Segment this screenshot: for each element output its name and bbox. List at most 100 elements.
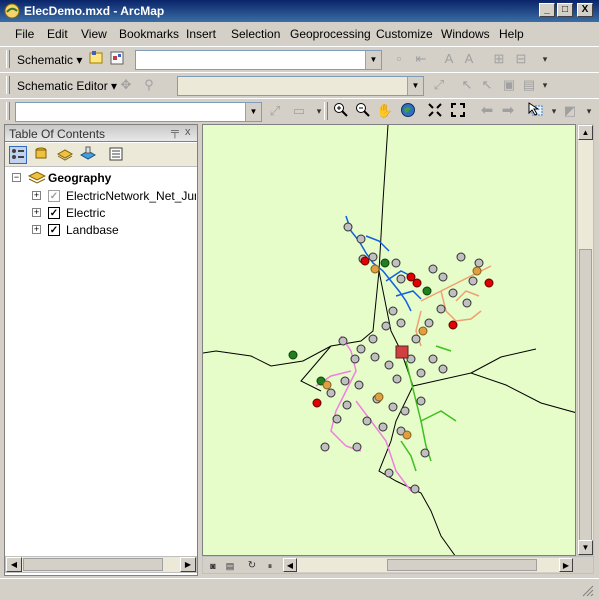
tools-toolbar: ▼ ⤢ ▭ ▾ ✋ ⬅ ➡ ▾ ◩ ▾	[0, 98, 599, 124]
toolbar-grip[interactable]	[6, 102, 10, 120]
scroll-down-icon[interactable]: ▼	[578, 540, 593, 555]
expand-icon[interactable]: +	[32, 208, 41, 217]
full-extent-icon[interactable]	[399, 102, 417, 120]
schematic-editor-toolbar: Schematic Editor ▾ ✥ ⚲ ▼ ⤢ ↖ ↖ ▣ ▤ ▾	[0, 72, 599, 98]
toc-horizontal-scrollbar[interactable]: ◀ ▶	[5, 556, 197, 573]
layer-visibility-checkbox[interactable]: ✓	[48, 224, 60, 236]
chevron-down-icon[interactable]: ▼	[407, 77, 423, 95]
schematic-tool-icon[interactable]: ▫	[390, 50, 408, 68]
schematic-generate-icon[interactable]	[108, 50, 126, 68]
list-by-source-icon[interactable]	[32, 146, 50, 164]
maximize-button[interactable]: □	[557, 3, 573, 17]
schematic-tool-icon[interactable]: A	[440, 50, 458, 68]
toolbar-grip[interactable]	[6, 50, 10, 68]
schematic-open-icon[interactable]	[87, 50, 105, 68]
globe-map-icon	[4, 3, 20, 19]
scroll-thumb[interactable]	[579, 249, 592, 549]
schematic-menu-button[interactable]: Schematic ▾	[17, 53, 82, 67]
move-node-icon[interactable]: ✥	[117, 76, 135, 94]
resize-grip-icon[interactable]	[582, 585, 594, 597]
list-by-visibility-icon[interactable]	[56, 146, 74, 164]
layer-combo[interactable]: ▼	[15, 102, 262, 122]
schematic-combo[interactable]: ▼	[135, 50, 382, 70]
select-icon[interactable]	[527, 102, 545, 120]
identify-icon[interactable]: ◩	[561, 102, 579, 120]
schematic-tool-icon[interactable]: A	[460, 50, 478, 68]
back-icon[interactable]: ⬅	[478, 102, 496, 120]
menu-geoprocessing[interactable]: Geoprocessing	[290, 27, 371, 41]
map-vertical-scrollbar[interactable]: ▲ ▼	[577, 124, 594, 556]
minimize-button[interactable]: _	[539, 3, 555, 17]
data-view-icon[interactable]: ◙	[206, 557, 220, 571]
options-icon[interactable]	[107, 146, 125, 164]
layers-icon	[27, 170, 47, 190]
edit-tool-icon[interactable]: ⚲	[140, 76, 158, 94]
pan-icon[interactable]: ✋	[376, 102, 394, 120]
scroll-right-icon[interactable]: ▶	[559, 558, 573, 572]
schematic-tool-icon[interactable]: ⊟	[512, 50, 530, 68]
toolbar-options-icon[interactable]: ▾	[536, 76, 554, 94]
status-bar	[0, 578, 599, 599]
map-horizontal-scrollbar[interactable]: ◀ ▶	[283, 558, 573, 572]
toolbar-grip[interactable]	[324, 102, 328, 120]
scroll-right-icon[interactable]: ▶	[180, 557, 196, 572]
toc-toolbar	[5, 143, 197, 167]
toc-header: Table Of Contents ╤ x	[4, 124, 198, 142]
toolbar-grip[interactable]	[6, 76, 10, 94]
menu-edit[interactable]: Edit	[47, 27, 68, 41]
schematic-layout-combo[interactable]: ▼	[177, 76, 424, 96]
tool-icon[interactable]: ▭	[290, 102, 308, 120]
chevron-down-icon[interactable]: ▼	[365, 51, 381, 69]
collapse-icon[interactable]: −	[12, 173, 21, 182]
close-icon[interactable]: x	[185, 126, 191, 138]
fixed-zoom-out-icon[interactable]	[449, 102, 467, 120]
layer-visibility-checkbox[interactable]: ✓	[48, 207, 60, 219]
menu-insert[interactable]: Insert	[186, 27, 216, 41]
list-by-drawing-order-icon[interactable]	[9, 146, 27, 164]
expand-icon[interactable]: +	[32, 225, 41, 234]
layout-view-icon[interactable]: ▤	[223, 557, 237, 571]
refresh-icon[interactable]: ↻	[245, 557, 259, 571]
list-by-selection-icon[interactable]	[79, 146, 97, 164]
layer-label: Landbase	[66, 223, 119, 237]
fixed-zoom-in-icon[interactable]	[426, 102, 444, 120]
pause-drawing-icon[interactable]: ⏸	[263, 557, 277, 571]
layer-label: Electric	[66, 206, 106, 220]
selected-feature[interactable]	[395, 345, 409, 359]
schematic-tool-icon[interactable]: ▣	[500, 76, 518, 94]
schematic-tool-icon[interactable]: ⊞	[490, 50, 508, 68]
toolbar-options-icon[interactable]: ▾	[536, 50, 554, 68]
menu-file[interactable]: File	[15, 27, 34, 41]
map-canvas[interactable]	[203, 125, 576, 556]
schematic-tool-icon[interactable]: ⇤	[412, 50, 430, 68]
pin-icon[interactable]: ╤	[171, 126, 179, 138]
menu-help[interactable]: Help	[499, 27, 524, 41]
close-button[interactable]: X	[577, 3, 593, 17]
title-bar[interactable]: ElecDemo.mxd - ArcMap _ □ X	[0, 0, 599, 22]
menu-customize[interactable]: Customize	[376, 27, 433, 41]
zoom-in-icon[interactable]	[332, 102, 350, 120]
schematic-editor-menu-button[interactable]: Schematic Editor ▾	[17, 79, 117, 93]
select-tool-icon[interactable]: ↖	[458, 76, 476, 94]
forward-icon[interactable]: ➡	[499, 102, 517, 120]
menu-windows[interactable]: Windows	[441, 27, 490, 41]
feeder-orange	[415, 265, 492, 347]
scroll-thumb[interactable]	[387, 559, 537, 571]
layer-visibility-checkbox[interactable]: ✓	[48, 190, 60, 202]
menu-selection[interactable]: Selection	[231, 27, 280, 41]
menu-view[interactable]: View	[81, 27, 107, 41]
scroll-left-icon[interactable]: ◀	[283, 558, 297, 572]
scroll-up-icon[interactable]: ▲	[578, 125, 593, 140]
menu-bookmarks[interactable]: Bookmarks	[119, 27, 179, 41]
toc-layer-row[interactable]: + ✓ ElectricNetwork_Net_Junct	[32, 188, 196, 204]
scroll-thumb[interactable]	[23, 558, 163, 571]
resize-tool-icon[interactable]: ⤢	[266, 102, 284, 120]
scroll-left-icon[interactable]: ◀	[6, 557, 22, 572]
expand-icon[interactable]: +	[32, 191, 41, 200]
layout-tool-icon[interactable]: ⤢	[430, 76, 448, 94]
zoom-out-icon[interactable]	[354, 102, 372, 120]
toolbar-options-icon[interactable]: ▾	[580, 102, 598, 120]
chevron-down-icon[interactable]: ▼	[245, 103, 261, 121]
map-display[interactable]	[202, 124, 576, 556]
select-tool-icon[interactable]: ↖	[478, 76, 496, 94]
